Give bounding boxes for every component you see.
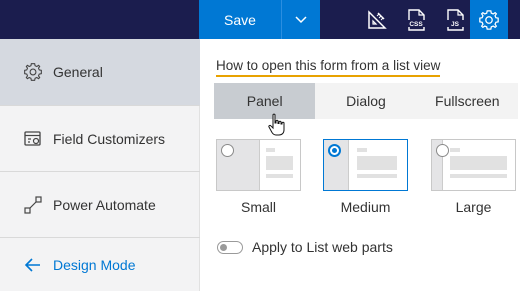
open-mode-panel[interactable]: Panel: [214, 83, 316, 119]
settings-gear-button[interactable]: [470, 0, 508, 39]
gear-icon: [22, 61, 44, 83]
open-mode-selector: Panel Dialog Fullscreen: [214, 83, 518, 119]
save-button[interactable]: Save: [199, 0, 281, 39]
size-card[interactable]: [216, 139, 301, 191]
size-card[interactable]: [431, 139, 516, 191]
main-content: How to open this form from a list view P…: [201, 39, 520, 291]
size-option-medium[interactable]: Medium: [323, 139, 408, 215]
sidebar-item-label: Power Automate: [53, 196, 156, 213]
toggle-label: Apply to List web parts: [252, 239, 393, 255]
css-file-icon[interactable]: CSS: [396, 0, 435, 39]
sidebar: General Field Customizers Power Automate: [0, 39, 200, 291]
js-file-icon[interactable]: JS: [435, 0, 474, 39]
js-icon-text: JS: [451, 21, 460, 28]
sidebar-item-power-automate[interactable]: Power Automate: [0, 172, 200, 237]
size-label: Large: [455, 199, 492, 215]
sidebar-item-label: Design Mode: [53, 256, 136, 273]
size-card[interactable]: [323, 139, 408, 191]
flow-icon: [22, 194, 44, 216]
sidebar-item-design-mode[interactable]: Design Mode: [0, 238, 200, 291]
chevron-down-icon: [295, 15, 307, 23]
ruler-icon[interactable]: [357, 0, 396, 39]
field-customizer-icon: [22, 128, 44, 150]
apply-list-web-parts-toggle[interactable]: [217, 240, 243, 254]
arrow-left-icon: [22, 254, 44, 276]
size-option-large[interactable]: Large: [431, 139, 516, 215]
sidebar-item-label: Field Customizers: [53, 130, 166, 147]
open-mode-dialog[interactable]: Dialog: [315, 83, 416, 119]
size-radio[interactable]: [436, 144, 449, 157]
size-label: Small: [240, 199, 276, 215]
size-option-small[interactable]: Small: [216, 139, 301, 215]
size-radio[interactable]: [221, 144, 234, 157]
open-mode-fullscreen[interactable]: Fullscreen: [417, 83, 518, 119]
sidebar-item-label: General: [53, 64, 103, 80]
size-radio[interactable]: [328, 144, 341, 157]
hand-pointer-icon: [267, 113, 287, 142]
save-button-group: Save: [199, 0, 320, 39]
size-label: Medium: [340, 199, 391, 215]
gear-icon: [479, 9, 499, 30]
css-icon-text: CSS: [409, 21, 423, 28]
toggle-knob: [220, 243, 227, 251]
sidebar-item-general[interactable]: General: [0, 39, 200, 105]
top-toolbar: Save CSS JS: [0, 0, 520, 39]
save-dropdown-button[interactable]: [281, 0, 320, 39]
sidebar-item-field-customizers[interactable]: Field Customizers: [0, 106, 200, 171]
apply-list-web-parts-row: Apply to List web parts: [217, 239, 393, 255]
section-title: How to open this form from a list view: [216, 58, 441, 77]
